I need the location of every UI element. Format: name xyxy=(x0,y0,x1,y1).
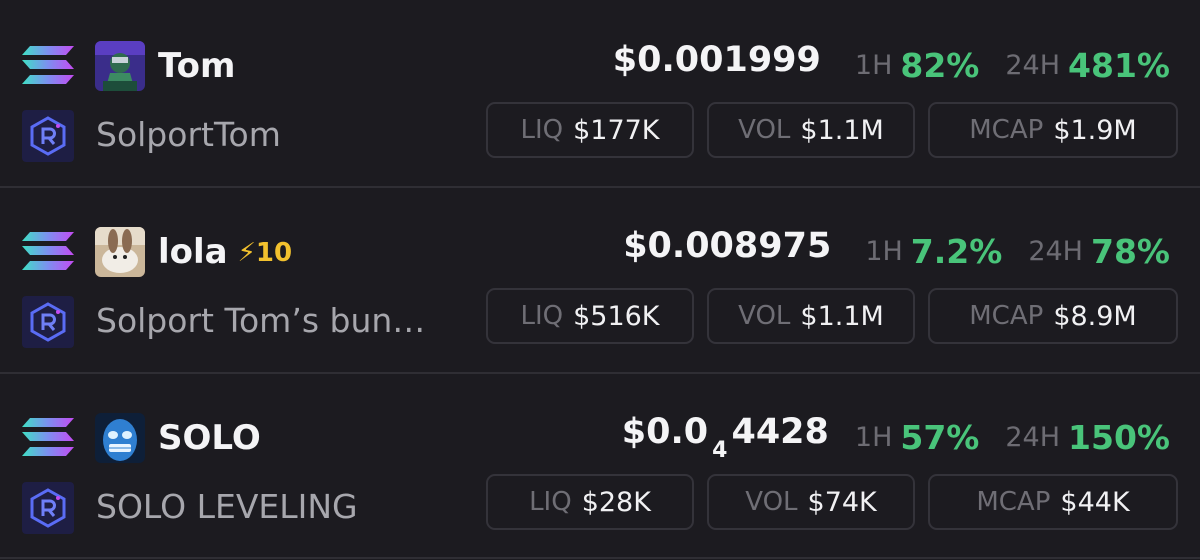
change-1h-label: 1H xyxy=(854,49,893,81)
token-price: $0.001999 xyxy=(612,39,821,80)
change-24h-label: 24H xyxy=(1005,421,1061,453)
price-bar: $0.008975 1H 7.2% 24H 78% xyxy=(623,226,1170,276)
liquidity-pill: LIQ $28K xyxy=(486,474,694,530)
token-symbol: SOLO xyxy=(158,418,261,458)
token-avatar xyxy=(95,41,145,91)
token-stats: LIQ $177K VOL $1.1M MCAP $1.9M xyxy=(486,102,1178,158)
volume-value: $1.1M xyxy=(800,300,884,332)
token-stats: LIQ $516K VOL $1.1M MCAP $8.9M xyxy=(486,288,1178,344)
market-cap-value: $44K xyxy=(1060,486,1130,518)
token-name: Solport Tom’s bun… xyxy=(96,301,426,340)
volume-pill: VOL $1.1M xyxy=(707,102,915,158)
change-24h-value: 150% xyxy=(1068,417,1170,457)
volume-pill: VOL $1.1M xyxy=(707,288,915,344)
boost-badge: ⚡10 xyxy=(237,238,293,268)
raydium-icon xyxy=(22,296,74,348)
liquidity-pill: LIQ $516K xyxy=(486,288,694,344)
liquidity-value: $516K xyxy=(573,300,660,332)
volume-pill: VOL $74K xyxy=(707,474,915,530)
volume-value: $1.1M xyxy=(800,114,884,146)
token-name: SOLO LEVELING xyxy=(96,487,358,526)
change-1h-label: 1H xyxy=(854,421,893,453)
price-bar: $0.001999 1H 82% 24H 481% xyxy=(613,40,1170,90)
liquidity-value: $28K xyxy=(581,486,651,518)
change-24h-value: 481% xyxy=(1068,45,1170,85)
row-divider xyxy=(0,557,1200,559)
solana-icon xyxy=(22,232,74,270)
market-cap-value: $8.9M xyxy=(1053,300,1137,332)
market-cap-pill: MCAP $44K xyxy=(928,474,1178,530)
change-24h-value: 78% xyxy=(1091,231,1170,271)
liquidity-value: $177K xyxy=(573,114,660,146)
token-price: $0.008975 xyxy=(623,225,832,266)
token-list: Tom SolportTom $0.001999 1H 82% 24H 481%… xyxy=(0,0,1200,560)
raydium-icon xyxy=(22,482,74,534)
market-cap-value: $1.9M xyxy=(1053,114,1137,146)
change-1h-value: 57% xyxy=(900,417,980,457)
token-avatar xyxy=(95,227,145,277)
market-cap-pill: MCAP $1.9M xyxy=(928,102,1178,158)
volume-value: $74K xyxy=(807,486,877,518)
market-cap-pill: MCAP $8.9M xyxy=(928,288,1178,344)
token-avatar xyxy=(95,413,145,463)
solana-icon xyxy=(22,46,74,84)
change-24h-label: 24H xyxy=(1005,49,1061,81)
change-1h-value: 82% xyxy=(900,45,980,85)
price-zero-count: 4 xyxy=(712,437,728,463)
token-symbol: lola ⚡10 xyxy=(158,232,293,272)
price-bar: $0.0 4 4428 1H 57% 24H 150% xyxy=(621,411,1170,463)
token-row[interactable]: Tom SolportTom $0.001999 1H 82% 24H 481%… xyxy=(0,0,1200,185)
liquidity-pill: LIQ $177K xyxy=(486,102,694,158)
token-name: SolportTom xyxy=(96,115,281,154)
token-row[interactable]: lola ⚡10 Solport Tom’s bun… $0.008975 1H … xyxy=(0,186,1200,371)
raydium-icon xyxy=(22,110,74,162)
solana-icon xyxy=(22,418,74,456)
change-24h-label: 24H xyxy=(1028,235,1083,267)
token-row[interactable]: SOLO SOLO LEVELING $0.0 4 4428 1H 57% 24H … xyxy=(0,372,1200,557)
change-1h-label: 1H xyxy=(865,235,903,267)
change-1h-value: 7.2% xyxy=(910,231,1003,271)
token-price: $0.0 4 4428 xyxy=(621,411,829,463)
token-stats: LIQ $28K VOL $74K MCAP $44K xyxy=(486,474,1178,530)
token-symbol: Tom xyxy=(158,46,236,86)
